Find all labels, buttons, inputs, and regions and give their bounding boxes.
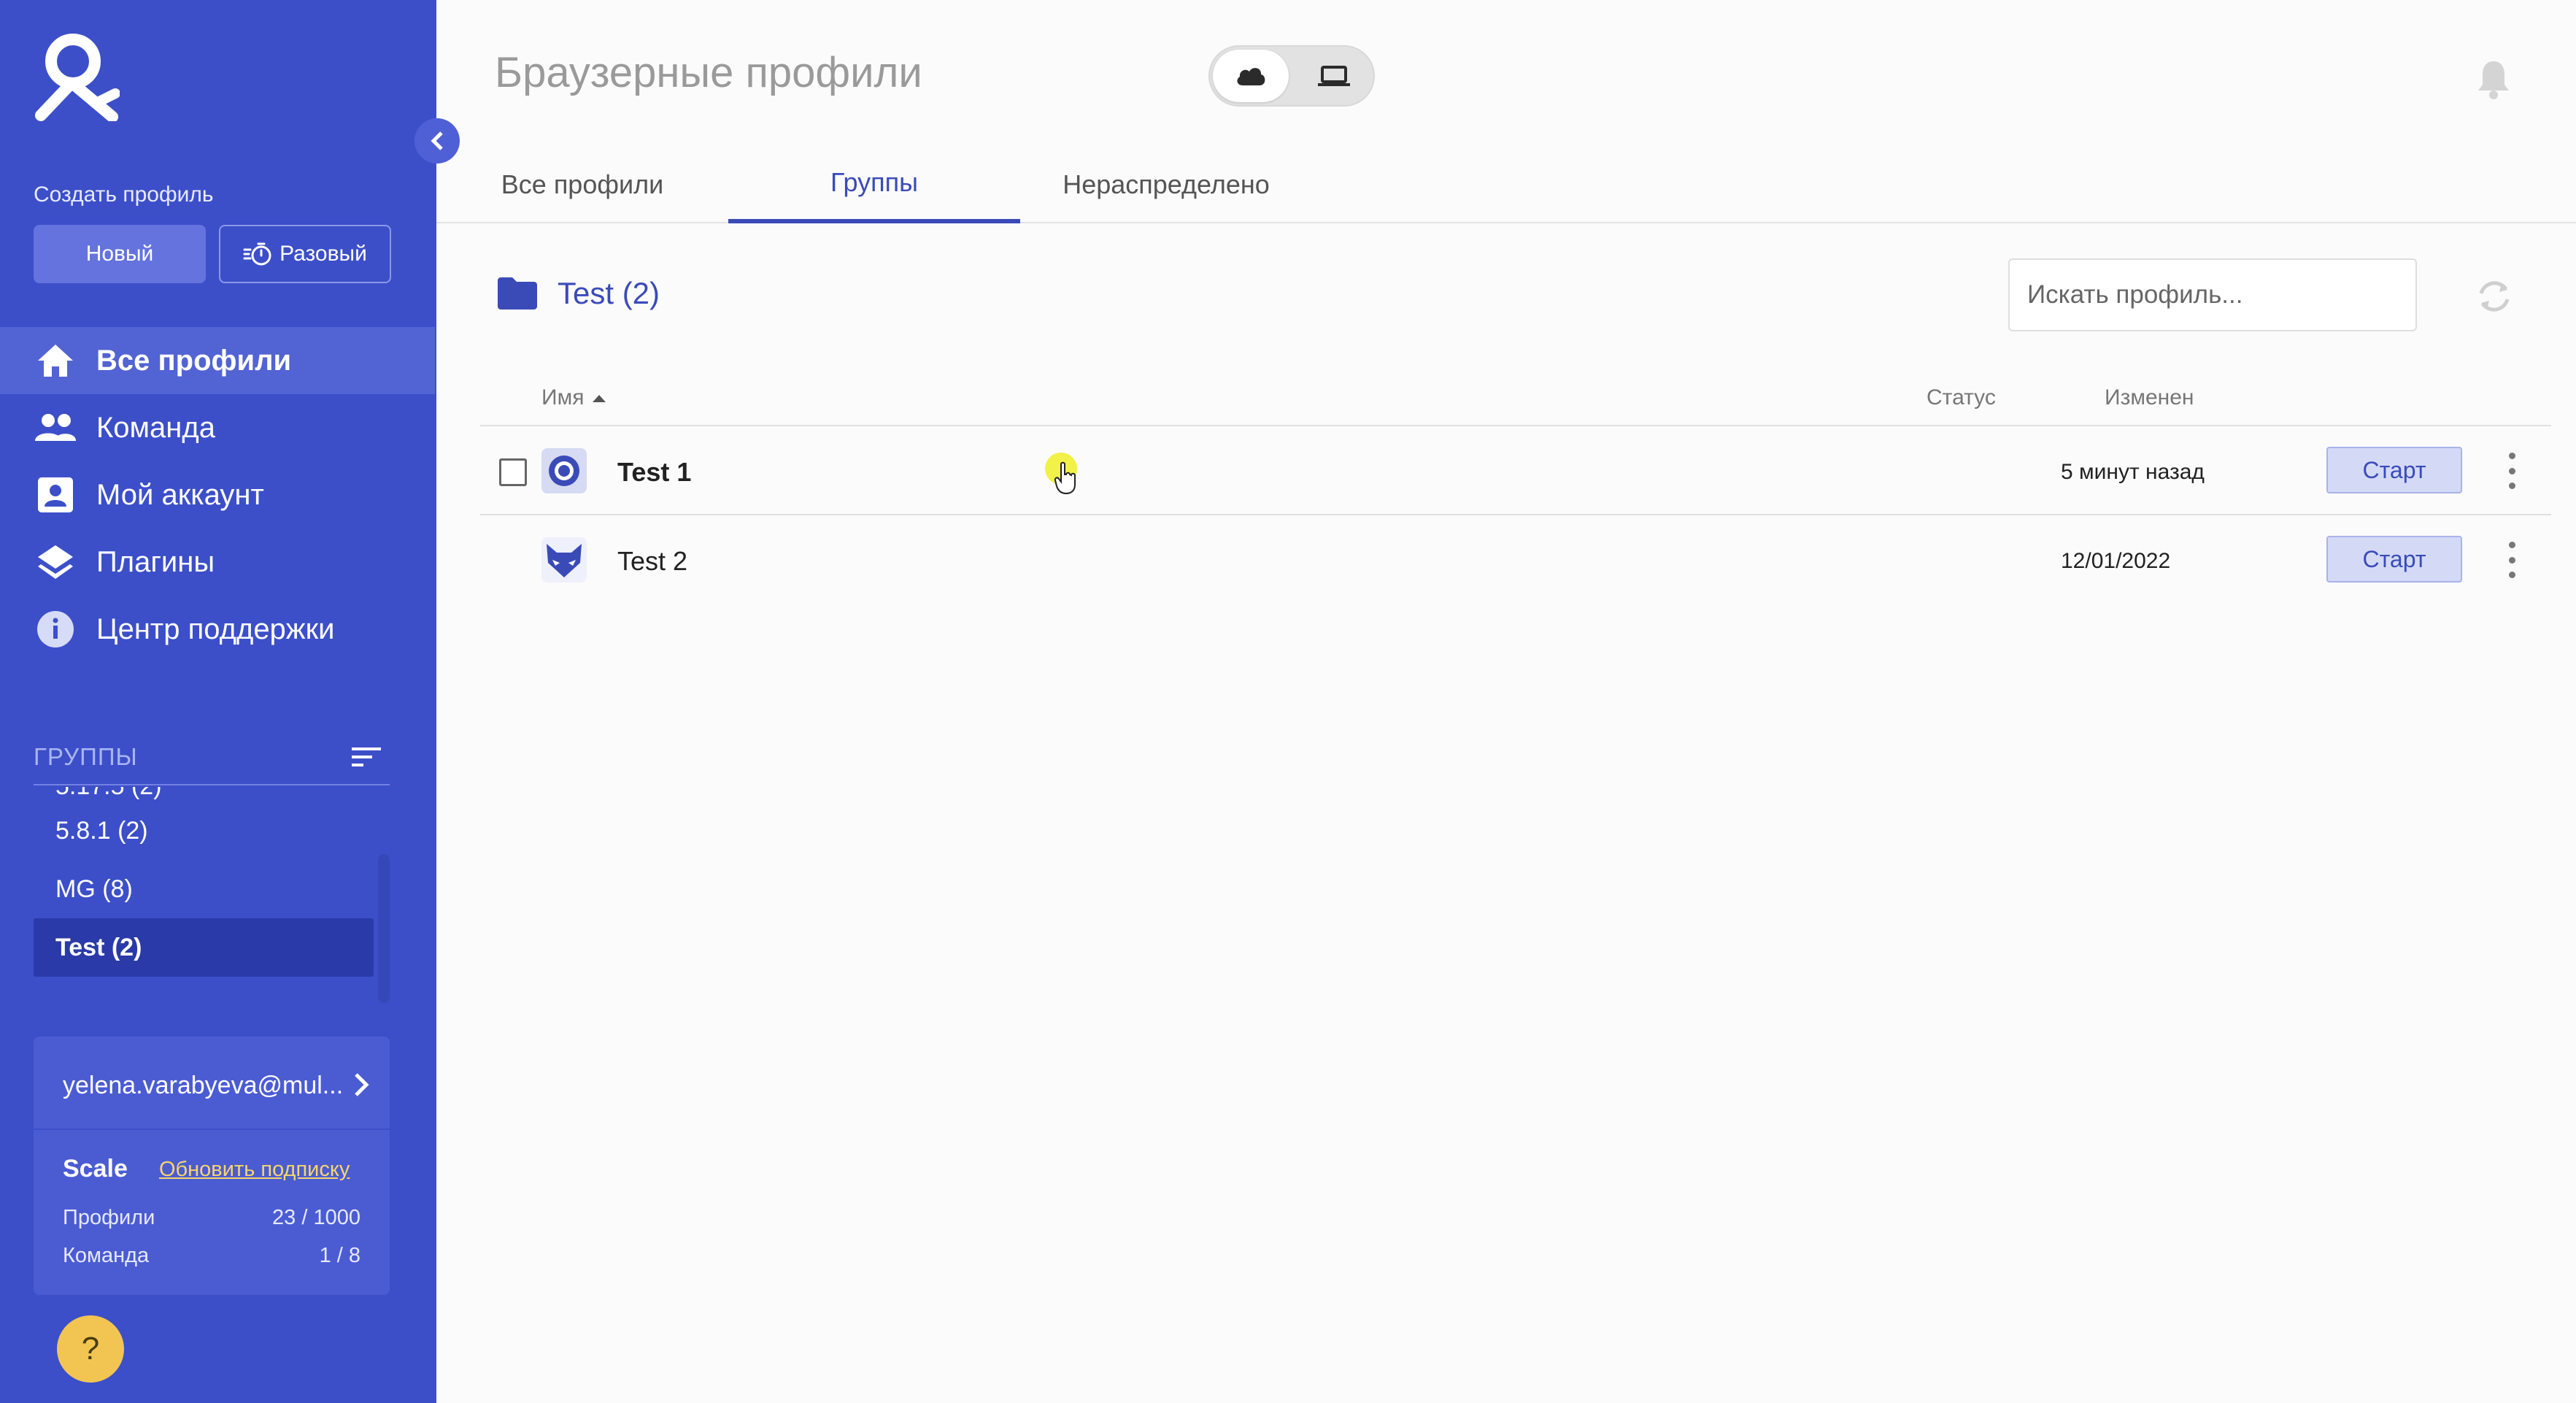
groups-list: 5.17.5 (2) 5.8.1 (2) MG (8) Test (2) [34, 787, 391, 1004]
local-option[interactable] [1296, 50, 1372, 102]
people-icon [35, 407, 76, 448]
page-title: Браузерные профили [495, 49, 922, 96]
sidebar-item-support-center[interactable]: Центр поддержки [0, 596, 435, 663]
account-card: yelena.varabyeva@mul... Scale Обновить п… [34, 1037, 390, 1295]
start-button[interactable]: Старт [2326, 536, 2462, 583]
tab-all-profiles[interactable]: Все профили [436, 146, 728, 223]
stat-label: Профили [63, 1206, 155, 1229]
refresh-icon[interactable] [2472, 274, 2516, 318]
collapse-sidebar-button[interactable] [414, 118, 460, 164]
home-icon [35, 340, 76, 381]
groups-header: ГРУППЫ [34, 730, 390, 785]
group-item-active[interactable]: Test (2) [34, 918, 374, 977]
mimic-icon [541, 448, 587, 493]
group-item[interactable]: MG (8) [34, 860, 391, 918]
group-title: Test (2) [558, 276, 660, 310]
account-email[interactable]: yelena.varabyeva@mul... [63, 1072, 355, 1100]
new-profile-button[interactable]: Новый [34, 225, 206, 283]
more-options-icon[interactable] [2499, 542, 2525, 578]
stat-value: 1 / 8 [319, 1244, 360, 1267]
divider [34, 1129, 390, 1130]
sidebar-item-plugins[interactable]: Плагины [0, 528, 435, 596]
modified-date: 12/01/2022 [2061, 549, 2171, 573]
sidebar-item-label: Все профили [96, 344, 292, 377]
group-item[interactable]: 5.17.5 (2) [34, 787, 391, 802]
row-checkbox[interactable] [499, 458, 527, 486]
stat-label: Команда [63, 1244, 150, 1267]
table-header: Имя Статус Изменен [480, 372, 2551, 426]
layers-icon [35, 542, 76, 583]
column-label: Имя [541, 385, 585, 410]
main-content: Браузерные профили Все профили Группы Не… [436, 0, 2576, 1403]
sidebar-nav: Все профили Команда Мой аккаунт Плагины … [0, 327, 435, 663]
sidebar-item-label: Мой аккаунт [96, 478, 264, 511]
search-input[interactable] [2008, 258, 2417, 331]
environment-toggle[interactable] [1208, 45, 1375, 107]
tab-unassigned[interactable]: Нераспределено [1020, 146, 1312, 223]
tabs: Все профили Группы Нераспределено [436, 146, 2576, 223]
cloud-icon [1237, 68, 1265, 85]
plan-name: Scale [63, 1155, 128, 1183]
chevron-left-icon [431, 131, 443, 150]
stealthfox-icon [541, 537, 587, 583]
stat-value: 23 / 1000 [272, 1206, 360, 1229]
team-usage: Команда 1 / 8 [63, 1244, 360, 1268]
folder-icon [498, 277, 537, 310]
groups-scrollbar[interactable] [378, 854, 390, 1003]
profile-name[interactable]: Test 1 [617, 457, 691, 488]
column-name-header[interactable]: Имя [541, 385, 606, 410]
table-row[interactable]: Test 2 12/01/2022 Старт [480, 515, 2551, 604]
sidebar-item-team[interactable]: Команда [0, 394, 435, 461]
sidebar-item-label: Плагины [96, 545, 215, 578]
profiles-usage: Профили 23 / 1000 [63, 1206, 360, 1230]
column-status-header: Статус [1927, 385, 1996, 410]
sidebar-item-label: Центр поддержки [96, 612, 335, 645]
more-options-icon[interactable] [2499, 453, 2525, 489]
group-item[interactable]: 5.8.1 (2) [34, 802, 391, 860]
sidebar: Создать профиль Новый Разовый Все профил… [0, 0, 436, 1403]
tab-groups[interactable]: Группы [728, 146, 1020, 223]
create-profile-label: Создать профиль [34, 182, 214, 207]
modified-date: 5 минут назад [2061, 460, 2205, 484]
upgrade-subscription-link[interactable]: Обновить подписку [159, 1158, 350, 1182]
timer-icon [243, 242, 271, 266]
group-heading: Test (2) [498, 276, 660, 311]
sort-icon[interactable] [352, 746, 381, 768]
sidebar-item-all-profiles[interactable]: Все профили [0, 327, 435, 394]
table-row[interactable]: Test 1 5 минут назад Старт [480, 426, 2551, 515]
one-time-profile-button[interactable]: Разовый [219, 225, 391, 283]
multilogin-logo [35, 34, 120, 121]
sidebar-item-label: Команда [96, 411, 215, 444]
notifications-bell-icon[interactable] [2475, 58, 2512, 99]
groups-title: ГРУППЫ [34, 743, 138, 770]
help-button[interactable]: ? [57, 1315, 124, 1383]
profile-name[interactable]: Test 2 [617, 546, 687, 577]
info-icon [35, 609, 76, 650]
sort-ascending-icon [593, 395, 606, 403]
sidebar-item-my-account[interactable]: Мой аккаунт [0, 461, 435, 528]
column-modified-header[interactable]: Изменен [2105, 385, 2194, 410]
laptop-icon [1318, 66, 1350, 86]
one-time-profile-label: Разовый [279, 242, 367, 266]
account-box-icon [35, 474, 76, 515]
start-button[interactable]: Старт [2326, 447, 2462, 493]
hand-cursor-icon [1054, 461, 1076, 495]
cloud-option[interactable] [1213, 50, 1289, 102]
chevron-right-icon[interactable] [350, 1070, 374, 1099]
